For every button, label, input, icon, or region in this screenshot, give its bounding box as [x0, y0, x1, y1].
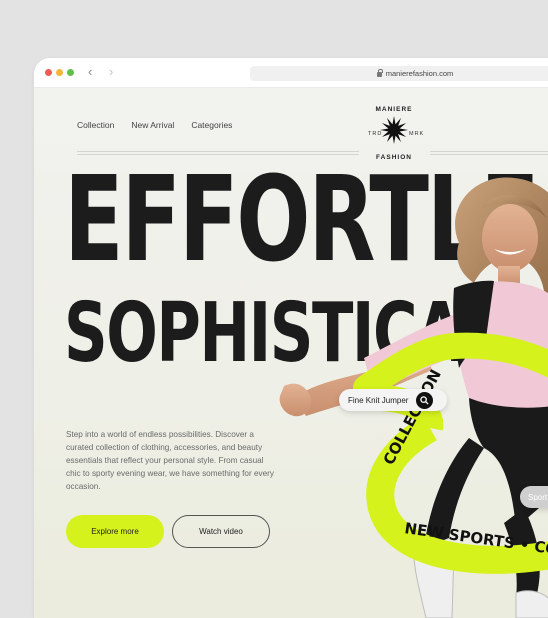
- browser-window: ‹ › manierefashion.com Collection New Ar…: [34, 58, 548, 618]
- hero-model-image: COLLECTION SPO NEW SPORTS • COLLECTION: [279, 177, 548, 618]
- main-nav: Collection New Arrival Categories: [77, 120, 232, 130]
- minimize-window-button[interactable]: [56, 69, 63, 76]
- product-tag-chip[interactable]: Fine Knit Jumper: [339, 389, 447, 411]
- starburst-logo-icon: [380, 116, 408, 144]
- product-tag-label: Fine Knit Jumper: [348, 395, 409, 405]
- sport-tag-chip[interactable]: Sport: [520, 486, 548, 508]
- search-icon[interactable]: [416, 391, 434, 409]
- forward-arrow-icon[interactable]: ›: [109, 65, 113, 79]
- logo-right-text: MRK: [409, 131, 425, 137]
- hero-description: Step into a world of endless possibiliti…: [66, 430, 274, 491]
- explore-more-button[interactable]: Explore more: [66, 515, 164, 548]
- maximize-window-button[interactable]: [67, 69, 74, 76]
- sport-tag-label: Sport: [528, 492, 548, 502]
- webpage: Collection New Arrival Categories MANIER…: [34, 88, 548, 618]
- back-arrow-icon[interactable]: ‹: [88, 65, 92, 79]
- nav-item-new-arrival[interactable]: New Arrival: [131, 120, 174, 130]
- nav-item-collection[interactable]: Collection: [77, 120, 114, 130]
- url-text: manierefashion.com: [385, 69, 454, 78]
- close-window-button[interactable]: [45, 69, 52, 76]
- logo-top-text: MANIERE: [375, 106, 413, 113]
- browser-toolbar: ‹ › manierefashion.com: [34, 58, 548, 88]
- address-bar[interactable]: manierefashion.com: [250, 66, 548, 81]
- lock-icon: [376, 69, 383, 77]
- nav-item-categories[interactable]: Categories: [191, 120, 232, 130]
